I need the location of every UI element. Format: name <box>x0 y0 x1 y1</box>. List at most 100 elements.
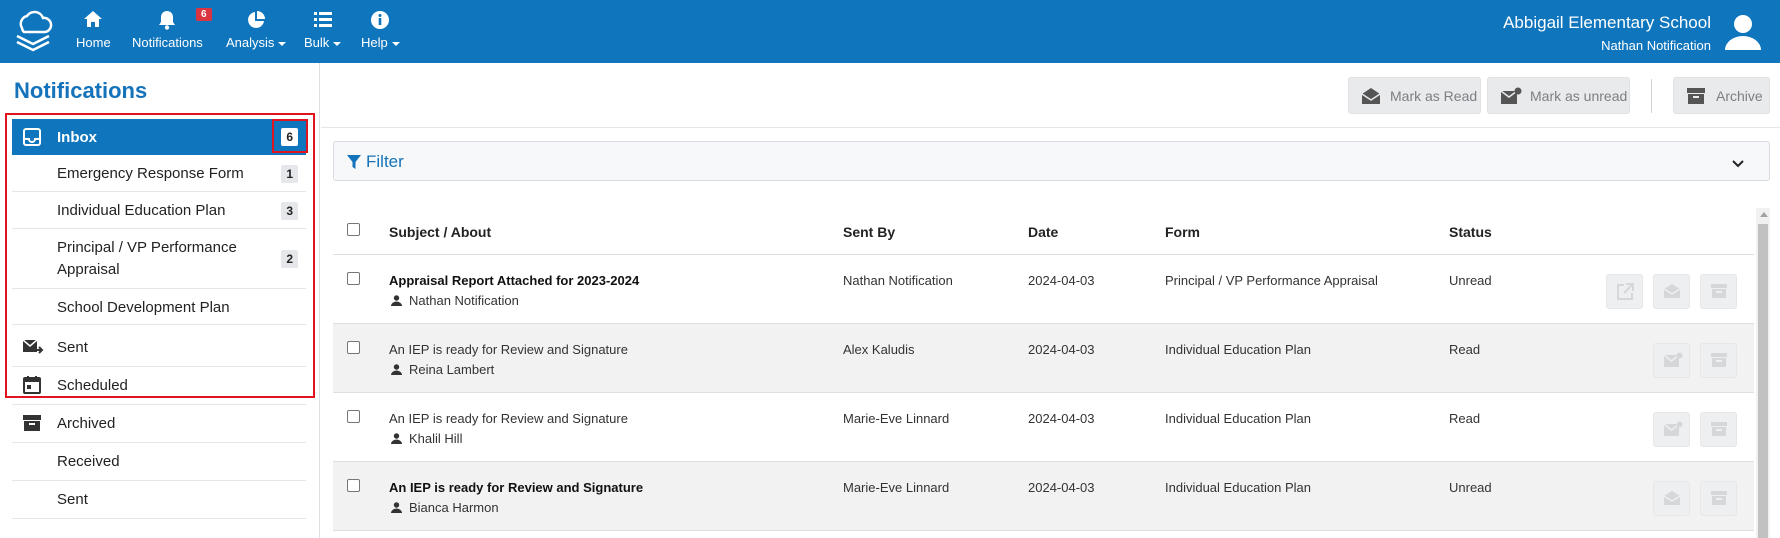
row-sent-by: Marie-Eve Linnard <box>843 480 950 495</box>
scrollbar-thumb[interactable] <box>1758 224 1768 538</box>
mark-unread-row-button[interactable] <box>1653 343 1690 378</box>
row-status: Read <box>1449 411 1481 426</box>
row-sent-by: Alex Kaludis <box>843 342 915 357</box>
archive-row-button[interactable] <box>1700 481 1737 516</box>
row-subject[interactable]: An IEP is ready for Review and Signature <box>389 480 643 495</box>
row-subject[interactable]: An IEP is ready for Review and Signature <box>389 342 628 357</box>
sidebar-item-scheduled[interactable]: Scheduled <box>12 367 306 405</box>
nav-home[interactable]: Home <box>76 10 111 50</box>
row-subject[interactable]: Appraisal Report Attached for 2023-2024 <box>389 273 639 288</box>
sidebar-item-emergency-response-form[interactable]: Emergency Response Form 1 <box>12 155 306 192</box>
row-form: Individual Education Plan <box>1165 480 1311 495</box>
inbox-count-badge: 6 <box>281 128 298 146</box>
column-header-date[interactable]: Date <box>1028 224 1058 240</box>
row-about-name: Khalil Hill <box>409 431 463 446</box>
person-icon <box>391 364 402 375</box>
archive-row-button[interactable] <box>1700 412 1737 447</box>
cloud-logo-icon[interactable] <box>12 8 54 54</box>
sidebar-item-sent[interactable]: Sent <box>12 329 306 367</box>
scroll-up-arrow-icon[interactable] <box>1760 212 1768 217</box>
nav-bulk-label: Bulk <box>304 35 330 50</box>
envelope-dot-icon <box>1663 352 1683 367</box>
sidebar-item-archived[interactable]: Archived <box>12 405 306 443</box>
row-sent-by: Nathan Notification <box>843 273 953 288</box>
archive-row-button[interactable] <box>1700 274 1737 309</box>
sidebar-item-sent-archived[interactable]: Sent <box>12 481 306 519</box>
row-form: Individual Education Plan <box>1165 342 1311 357</box>
envelope-dot-icon <box>1663 421 1683 436</box>
filter-panel[interactable]: Filter <box>333 141 1770 181</box>
row-about: Reina Lambert <box>389 362 494 377</box>
filter-icon <box>346 154 362 175</box>
count-badge: 1 <box>281 165 298 183</box>
row-checkbox[interactable] <box>347 410 360 423</box>
row-about: Khalil Hill <box>389 431 462 446</box>
nav-bulk[interactable]: Bulk <box>304 10 342 50</box>
bell-icon <box>132 10 203 32</box>
top-navbar: Home Notifications 6 Analysis Bulk Help … <box>0 0 1780 63</box>
sidebar-item-inbox[interactable]: Inbox 6 <box>12 119 306 155</box>
column-header-sent-by[interactable]: Sent By <box>843 224 895 240</box>
nav-analysis[interactable]: Analysis <box>226 10 287 50</box>
archive-icon <box>1711 422 1727 436</box>
person-icon <box>391 295 402 306</box>
sidebar-title: Notifications <box>14 78 148 103</box>
archive-button[interactable]: Archive <box>1673 77 1770 114</box>
row-status: Unread <box>1449 273 1492 288</box>
row-sent-by: Marie-Eve Linnard <box>843 411 950 426</box>
pie-chart-icon <box>226 10 286 32</box>
row-date: 2024-04-03 <box>1028 411 1095 426</box>
archive-icon <box>1711 284 1727 298</box>
row-subject[interactable]: An IEP is ready for Review and Signature <box>389 411 628 426</box>
mark-read-row-button[interactable] <box>1653 481 1690 516</box>
person-icon <box>391 502 402 513</box>
sidebar-item-individual-education-plan[interactable]: Individual Education Plan 3 <box>12 192 306 229</box>
select-all-checkbox[interactable] <box>347 223 360 236</box>
row-about: Bianca Harmon <box>389 500 499 515</box>
table-row[interactable]: Appraisal Report Attached for 2023-2024 … <box>333 255 1754 324</box>
column-header-status[interactable]: Status <box>1449 224 1492 240</box>
sidebar-item-received[interactable]: Received <box>12 443 306 481</box>
table-row[interactable]: An IEP is ready for Review and Signature… <box>333 393 1754 462</box>
archive-icon <box>22 413 42 437</box>
sidebar-item-label: School Development Plan <box>57 299 230 316</box>
user-name[interactable]: Nathan Notification <box>1601 38 1711 53</box>
row-date: 2024-04-03 <box>1028 273 1095 288</box>
sidebar-item-label: Scheduled <box>57 377 128 394</box>
nav-help[interactable]: Help <box>361 10 400 50</box>
archive-icon <box>1711 491 1727 505</box>
row-checkbox[interactable] <box>347 272 360 285</box>
user-avatar-icon[interactable] <box>1723 12 1763 52</box>
sidebar-item-label: Inbox <box>57 129 97 146</box>
sidebar-item-school-development-plan[interactable]: School Development Plan <box>12 289 306 325</box>
row-checkbox[interactable] <box>347 479 360 492</box>
count-badge: 2 <box>281 250 298 268</box>
archive-row-button[interactable] <box>1700 343 1737 378</box>
table-row[interactable]: An IEP is ready for Review and Signature… <box>333 462 1754 531</box>
open-external-button[interactable] <box>1606 274 1643 309</box>
sidebar-item-label: Sent <box>57 491 88 508</box>
mark-as-unread-button[interactable]: Mark as unread <box>1487 77 1630 114</box>
column-header-subject[interactable]: Subject / About <box>389 224 491 240</box>
mark-unread-row-button[interactable] <box>1653 412 1690 447</box>
table-header: Subject / About Sent By Date Form Status <box>333 210 1754 255</box>
info-icon <box>361 10 400 32</box>
row-form: Individual Education Plan <box>1165 411 1311 426</box>
row-about-name: Nathan Notification <box>409 293 519 308</box>
nav-notifications[interactable]: Notifications 6 <box>132 8 212 50</box>
sidebar-item-principal-vp-performance-appraisal[interactable]: Principal / VP Performance Appraisal 2 <box>12 229 306 289</box>
mark-as-unread-label: Mark as unread <box>1530 88 1628 104</box>
send-mail-icon <box>22 337 44 361</box>
table-row[interactable]: An IEP is ready for Review and Signature… <box>333 324 1754 393</box>
mark-as-read-label: Mark as Read <box>1390 88 1478 104</box>
mark-read-row-button[interactable] <box>1653 274 1690 309</box>
mark-as-read-button[interactable]: Mark as Read <box>1348 77 1481 114</box>
column-header-form[interactable]: Form <box>1165 224 1200 240</box>
sidebar-item-label: Received <box>57 453 120 470</box>
row-about-name: Bianca Harmon <box>409 500 499 515</box>
row-date: 2024-04-03 <box>1028 480 1095 495</box>
nav-notifications-label: Notifications <box>132 35 203 50</box>
archive-icon <box>1687 88 1705 104</box>
row-checkbox[interactable] <box>347 341 360 354</box>
chevron-down-icon[interactable] <box>1731 156 1745 174</box>
